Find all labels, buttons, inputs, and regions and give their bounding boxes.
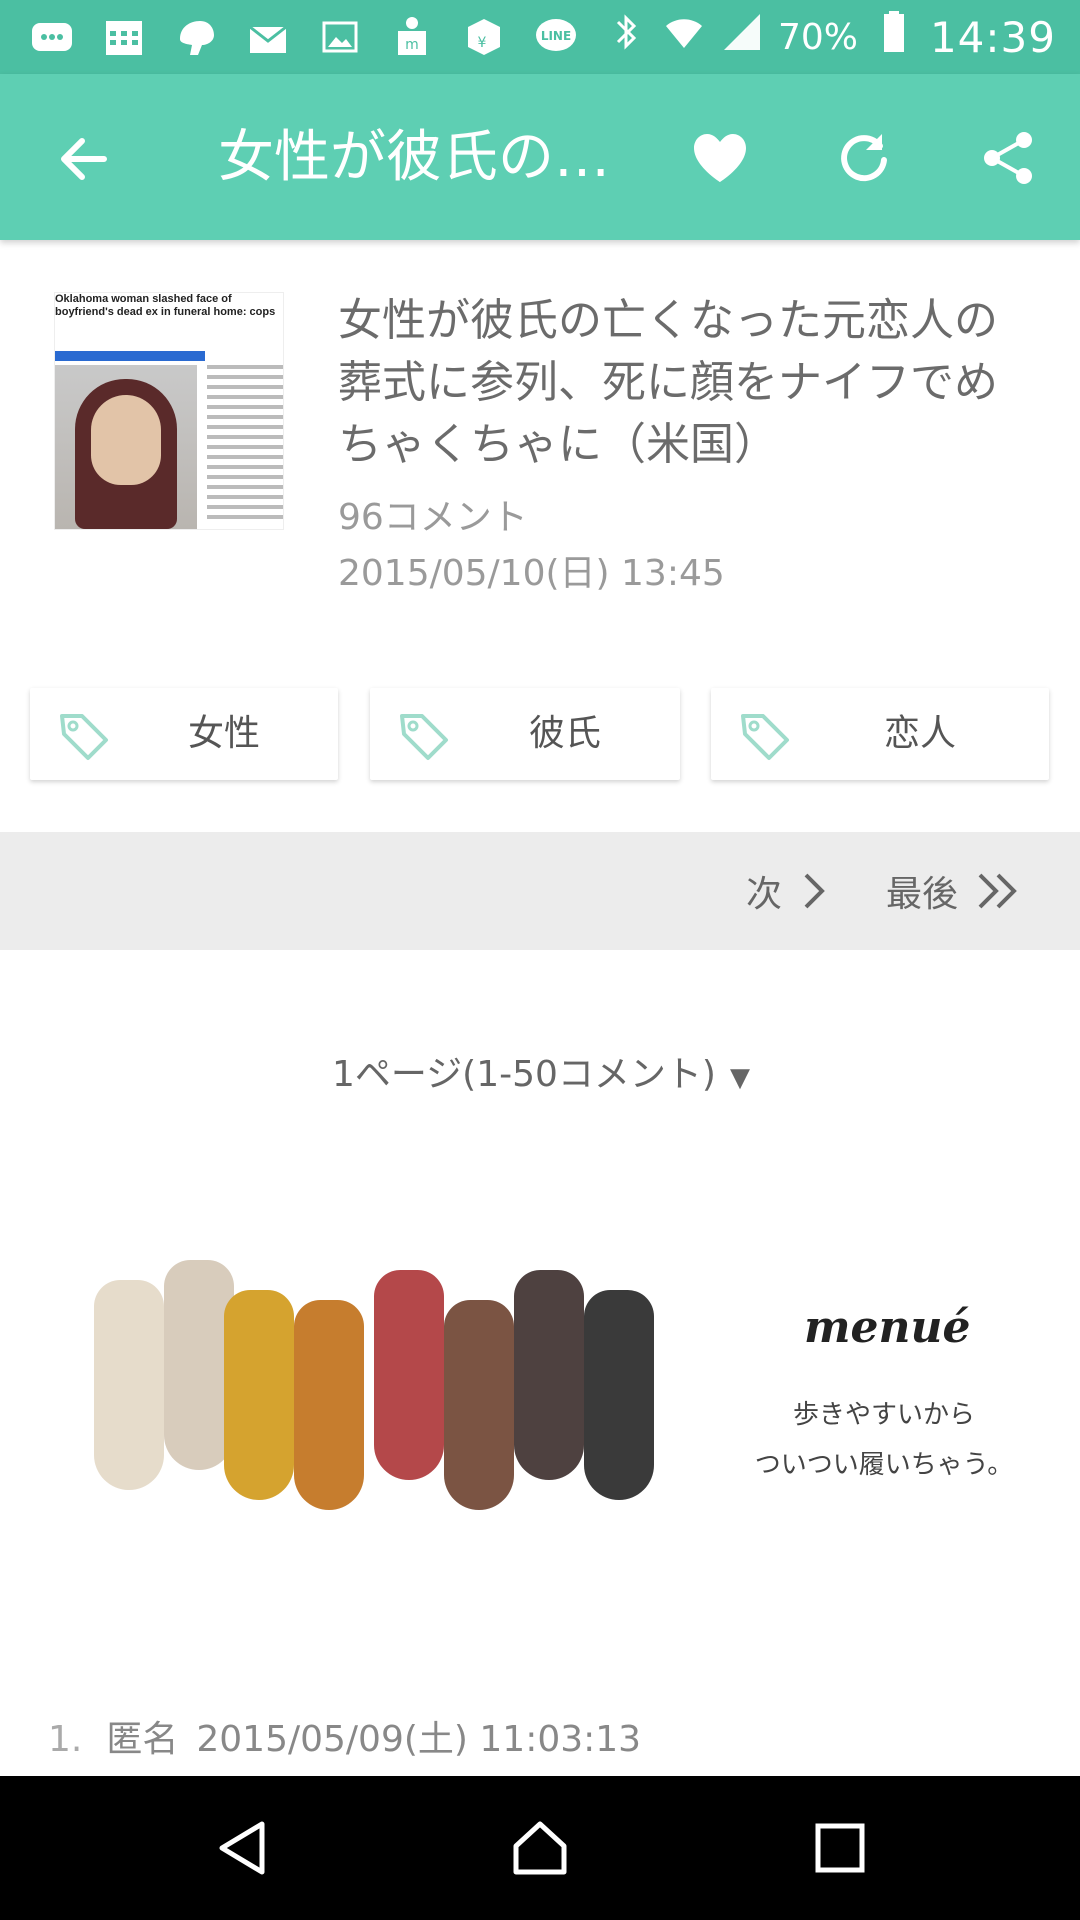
signal-icon: [720, 10, 764, 64]
svg-text:¥: ¥: [478, 35, 487, 51]
back-arrow-icon[interactable]: [52, 127, 116, 191]
package-icon: m: [384, 13, 440, 61]
tag-icon: [396, 708, 452, 764]
tag-label: 彼氏: [528, 713, 601, 754]
tag-label: 恋人: [883, 713, 956, 754]
ad-banner[interactable]: menué 歩きやすいから ついつい履いちゃう。: [54, 1230, 1026, 1530]
next-page-button[interactable]: 次: [746, 864, 828, 918]
recents-icon[interactable]: [808, 1816, 872, 1880]
ad-copy: 歩きやすいから ついつい履いちゃう。: [734, 1390, 1034, 1490]
chevron-right-icon: [804, 873, 825, 909]
double-chevron-right-icon: [978, 873, 1017, 909]
comment-count: 96コメント: [338, 497, 528, 538]
ad-brand-logo: menué: [804, 1302, 971, 1353]
shoe-image: [294, 1300, 364, 1510]
bluetooth-icon: [604, 10, 648, 64]
comment-author: 匿名: [106, 1719, 179, 1760]
svg-text:LINE: LINE: [541, 29, 571, 43]
status-time: 14:39: [929, 12, 1056, 62]
shoe-image: [514, 1270, 584, 1480]
page-selector[interactable]: 1ページ(1-50コメント) ▼: [332, 1045, 750, 1097]
tag-chip[interactable]: 恋人: [711, 688, 1049, 780]
dice-icon: ¥: [456, 13, 512, 61]
refresh-icon[interactable]: [832, 126, 896, 190]
ad-copy-line: ついつい履いちゃう。: [754, 1450, 1014, 1480]
page-range-label: 1ページ(1-50コメント): [332, 1054, 716, 1095]
shoe-image: [444, 1300, 514, 1510]
home-icon[interactable]: [508, 1816, 572, 1880]
shoe-image: [374, 1270, 444, 1480]
tag-chip[interactable]: 女性: [30, 688, 338, 780]
ad-copy-line: 歩きやすいから: [792, 1400, 975, 1430]
tag-label: 女性: [187, 713, 260, 754]
tag-icon: [737, 708, 793, 764]
shoe-image: [584, 1290, 654, 1500]
image-icon: [312, 13, 368, 61]
favorite-icon[interactable]: [688, 126, 752, 190]
article-thumbnail[interactable]: Oklahoma woman slashed face of boyfriend…: [54, 292, 284, 530]
dropdown-triangle-icon: ▼: [729, 1063, 750, 1093]
article-title: 女性が彼氏の亡くなった元恋人の葬式に参列、死に顔をナイフでめちゃくちゃに（米国）: [338, 295, 998, 470]
next-label: 次: [746, 874, 783, 915]
article-date: 2015/05/10(日) 13:45: [338, 553, 725, 594]
page-title: 女性が彼氏の…: [218, 125, 610, 190]
tag-icon: [56, 708, 112, 764]
battery-icon: [872, 10, 916, 64]
mail-icon: [240, 13, 296, 61]
line-icon: LINE: [528, 13, 584, 61]
wifi-icon: [662, 10, 706, 64]
app-icon: [168, 13, 224, 61]
status-bar: m ¥ LINE 70% 14:39: [0, 0, 1080, 74]
app-bar: 女性が彼氏の…: [0, 74, 1080, 240]
last-page-button[interactable]: 最後: [886, 864, 1024, 918]
battery-percent: 70%: [777, 16, 858, 58]
tag-chip[interactable]: 彼氏: [370, 688, 680, 780]
shoe-image: [94, 1280, 164, 1490]
calendar-icon: [96, 13, 152, 61]
comment-datetime: 2015/05/09(土) 11:03:13: [196, 1719, 642, 1760]
thumbnail-share-bar: [55, 351, 205, 361]
back-icon[interactable]: [212, 1816, 276, 1880]
shoe-image: [224, 1290, 294, 1500]
share-icon[interactable]: [976, 126, 1040, 190]
svg-text:m: m: [405, 37, 419, 53]
navigation-bar: [0, 1776, 1080, 1920]
comment-header: 1. 匿名 2015/05/09(土) 11:03:13: [48, 1710, 641, 1762]
thumbnail-text-column: [207, 365, 283, 525]
last-label: 最後: [886, 874, 959, 915]
thumbnail-headline: Oklahoma woman slashed face of boyfriend…: [55, 293, 276, 318]
comment-number: 1.: [48, 1719, 83, 1760]
message-icon: [24, 13, 80, 61]
thumbnail-photo: [55, 365, 197, 529]
pagination-bar: 次 最後: [0, 832, 1080, 950]
